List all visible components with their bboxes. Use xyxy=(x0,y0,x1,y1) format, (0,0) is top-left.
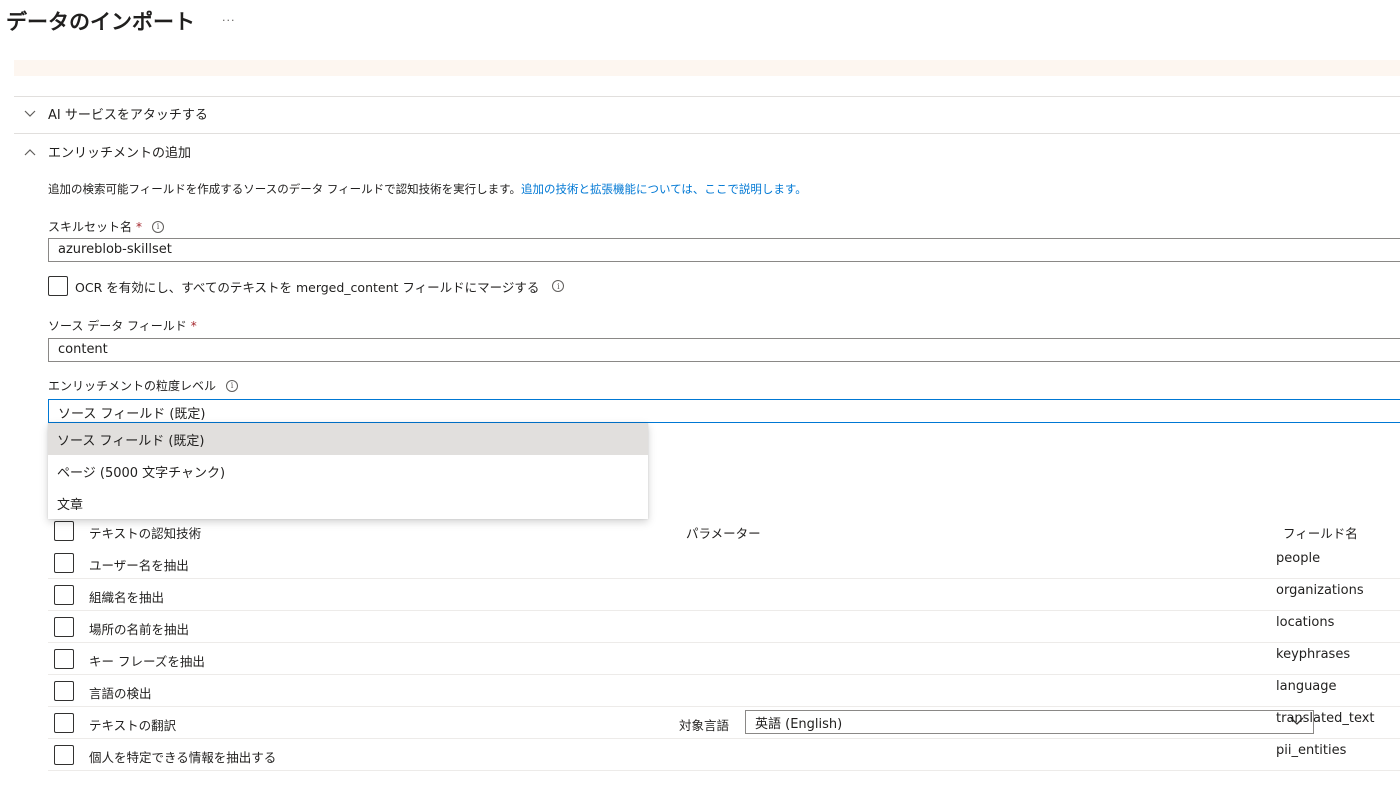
field-name: pii_entities xyxy=(1276,743,1347,758)
required-mark: * xyxy=(190,318,197,333)
skillset-name-input[interactable]: azureblob-skillset xyxy=(48,238,1400,262)
table-row: 組織名を抽出 organizations xyxy=(48,579,1400,611)
field-name: people xyxy=(1276,551,1321,566)
skill-label: 組織名を抽出 xyxy=(89,590,165,605)
dropdown-option[interactable]: ソース フィールド (既定) xyxy=(48,423,648,455)
source-field-select[interactable]: content xyxy=(48,338,1400,362)
granularity-dropdown: ソース フィールド (既定) ページ (5000 文字チャンク) 文章 xyxy=(48,423,648,519)
target-language-value: 英語 (English) xyxy=(755,716,843,732)
skill-label: ユーザー名を抽出 xyxy=(89,558,189,573)
skill-checkbox[interactable] xyxy=(54,617,74,637)
section-ai-services[interactable]: AI サービスをアタッチする xyxy=(22,104,208,123)
enrichment-description: 追加の検索可能フィールドを作成するソースのデータ フィールドで認知技術を実行しま… xyxy=(48,181,807,197)
chevron-up-icon xyxy=(22,144,38,160)
skill-label: テキストの翻訳 xyxy=(89,718,177,733)
field-name: locations xyxy=(1276,615,1335,630)
target-language-select[interactable]: 英語 (English) xyxy=(745,710,1314,734)
skill-checkbox[interactable] xyxy=(54,649,74,669)
granularity-select[interactable]: ソース フィールド (既定) xyxy=(48,399,1400,423)
dropdown-option[interactable]: 文章 xyxy=(48,487,648,519)
description-text: 追加の検索可能フィールドを作成するソースのデータ フィールドで認知技術を実行しま… xyxy=(48,182,521,196)
skill-label: 個人を特定できる情報を抽出する xyxy=(89,750,277,765)
divider xyxy=(14,133,1400,134)
divider xyxy=(14,96,1400,97)
info-icon[interactable]: i xyxy=(226,379,239,392)
ocr-option[interactable]: OCR を有効にし、すべてのテキストを merged_content フィールド… xyxy=(48,276,565,296)
skill-checkbox[interactable] xyxy=(54,553,74,573)
table-row: キー フレーズを抽出 keyphrases xyxy=(48,643,1400,675)
section-label: エンリッチメントの追加 xyxy=(48,146,192,161)
more-options-icon[interactable]: ··· xyxy=(222,14,236,27)
source-field-label: ソース データ フィールド xyxy=(48,319,187,333)
warning-bar xyxy=(14,60,1400,76)
ocr-label: OCR を有効にし、すべてのテキストを merged_content フィールド… xyxy=(75,279,540,295)
table-row: テキストの翻訳 対象言語 英語 (English) translated_tex… xyxy=(48,707,1400,739)
info-icon[interactable]: i xyxy=(552,280,565,292)
source-field-label-row: ソース データ フィールド * xyxy=(48,317,197,334)
skill-checkbox[interactable] xyxy=(54,585,74,605)
header-field: フィールド名 xyxy=(1283,526,1358,541)
table-row: 場所の名前を抽出 locations xyxy=(48,611,1400,643)
chevron-down-icon xyxy=(22,106,38,122)
learn-more-link[interactable]: 追加の技術と拡張機能については、ここで説明します。 xyxy=(521,182,807,196)
dropdown-option[interactable]: ページ (5000 文字チャンク) xyxy=(48,455,648,487)
skill-checkbox[interactable] xyxy=(54,745,74,765)
skill-label: キー フレーズを抽出 xyxy=(89,654,205,669)
ocr-checkbox[interactable] xyxy=(48,276,68,296)
table-row: 言語の検出 language xyxy=(48,675,1400,707)
table-row: ユーザー名を抽出 people xyxy=(48,547,1400,579)
header-skill: テキストの認知技術 xyxy=(89,526,202,541)
granularity-label: エンリッチメントの粒度レベル xyxy=(48,379,217,393)
skill-label: 言語の検出 xyxy=(89,686,152,701)
field-name: translated_text xyxy=(1276,711,1375,726)
info-icon[interactable]: i xyxy=(152,220,165,233)
skill-label: 場所の名前を抽出 xyxy=(89,622,190,637)
page-title: データのインポート xyxy=(6,10,195,34)
granularity-label-row: エンリッチメントの粒度レベル i xyxy=(48,377,239,394)
section-label: AI サービスをアタッチする xyxy=(48,108,208,123)
field-name: keyphrases xyxy=(1276,647,1351,662)
target-language-label: 対象言語 xyxy=(679,718,730,733)
field-name: language xyxy=(1276,679,1337,694)
select-all-checkbox[interactable] xyxy=(54,521,74,541)
field-name: organizations xyxy=(1276,583,1364,598)
skill-checkbox[interactable] xyxy=(54,713,74,733)
skills-table-header: テキストの認知技術 パラメーター フィールド名 xyxy=(48,515,1400,547)
header-params: パラメーター xyxy=(686,526,761,541)
section-enrichment[interactable]: エンリッチメントの追加 xyxy=(22,142,191,161)
skill-checkbox[interactable] xyxy=(54,681,74,701)
skillset-label-row: スキルセット名 * i xyxy=(48,218,165,235)
required-mark: * xyxy=(136,219,143,234)
skillset-label: スキルセット名 xyxy=(48,220,133,234)
table-row: 個人を特定できる情報を抽出する pii_entities xyxy=(48,739,1400,771)
